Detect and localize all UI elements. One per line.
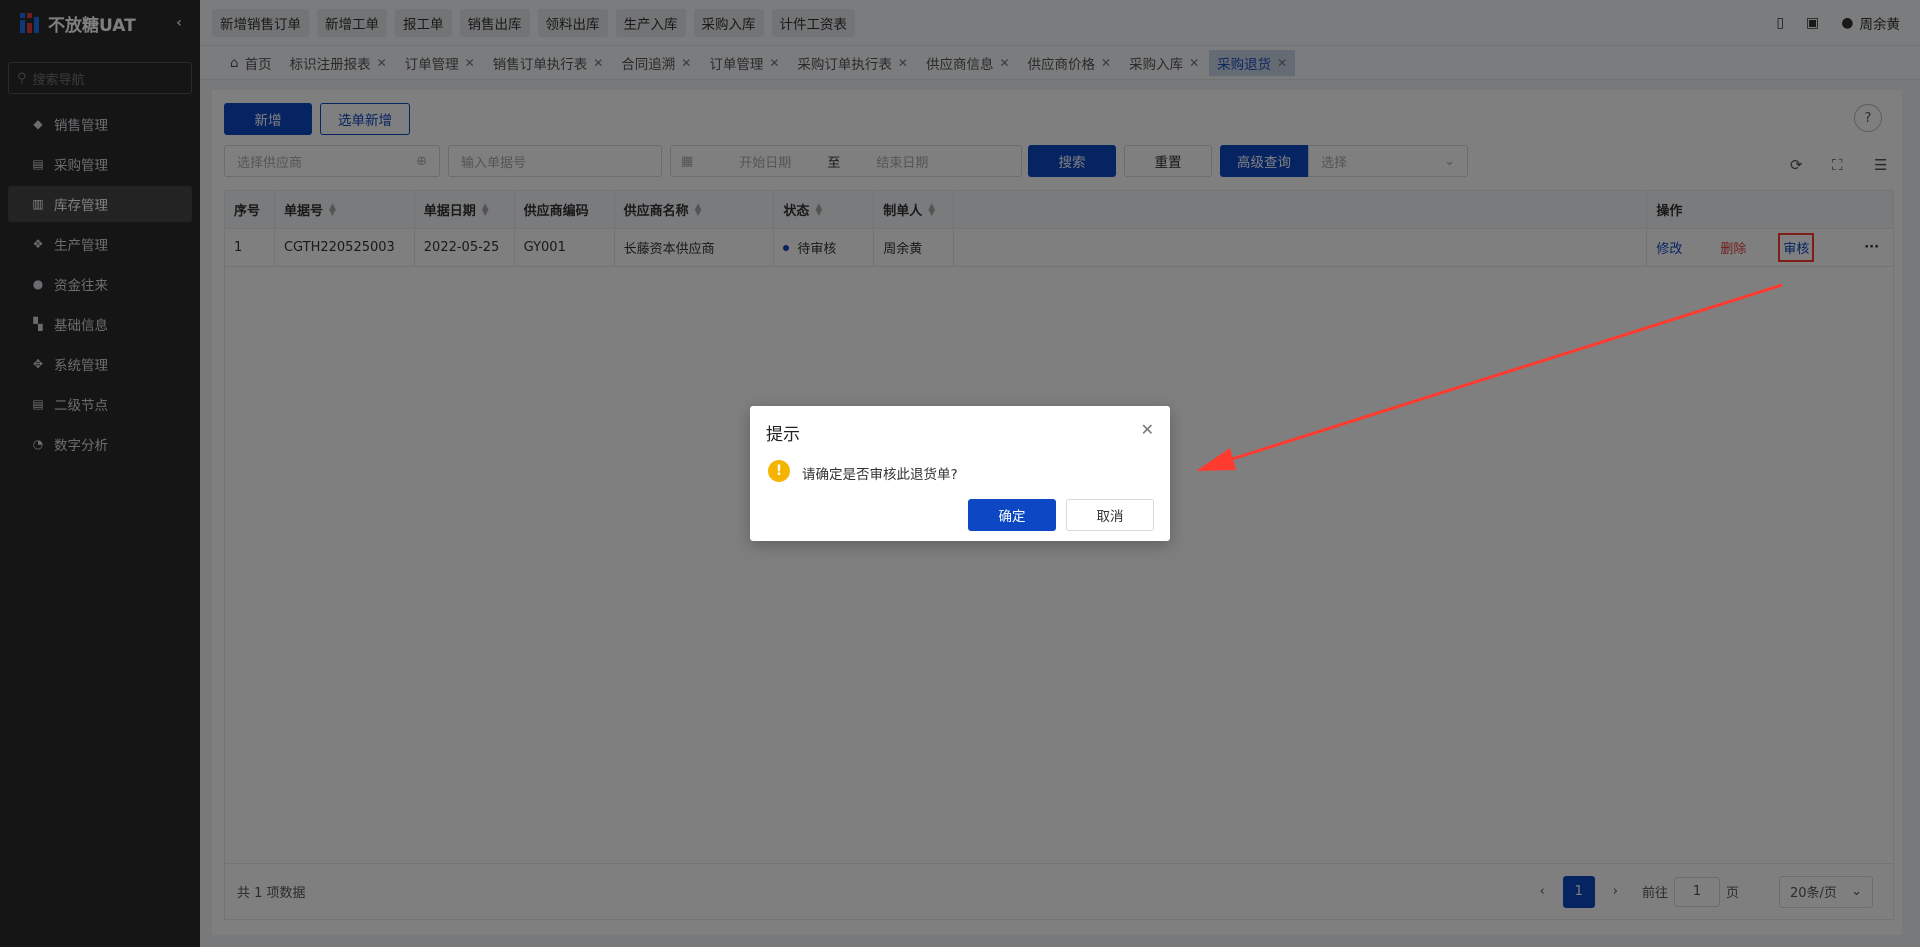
- dialog-title: 提示: [766, 425, 800, 445]
- confirm-button[interactable]: 确定: [968, 499, 1056, 531]
- cancel-button[interactable]: 取消: [1066, 499, 1154, 531]
- dialog-message: 请确定是否审核此退货单?: [802, 467, 958, 483]
- close-icon[interactable]: ✕: [1141, 420, 1154, 439]
- confirm-dialog: 提示 ✕ ! 请确定是否审核此退货单? 确定 取消: [750, 406, 1170, 541]
- warning-icon: !: [768, 460, 790, 482]
